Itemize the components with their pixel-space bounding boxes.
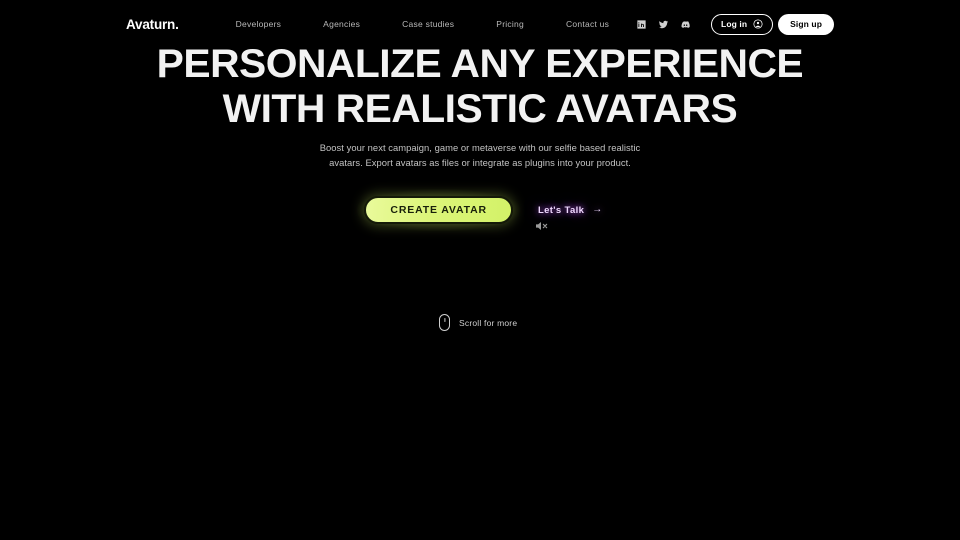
linkedin-icon[interactable]	[636, 19, 647, 30]
nav-link-developers[interactable]: Developers	[236, 19, 282, 29]
lets-talk-link[interactable]: Let's Talk →	[538, 205, 603, 216]
nav-link-case-studies[interactable]: Case studies	[402, 19, 454, 29]
login-button[interactable]: Log in	[711, 13, 774, 35]
mouse-scroll-icon	[439, 314, 450, 331]
hero-section: PERSONALIZE ANY EXPERIENCE WITH REALISTI…	[0, 42, 960, 232]
speaker-muted-icon[interactable]	[534, 219, 550, 233]
navbar: Avaturn. Developers Agencies Case studie…	[0, 0, 960, 48]
page-title: PERSONALIZE ANY EXPERIENCE WITH REALISTI…	[156, 42, 804, 131]
nav-link-pricing[interactable]: Pricing	[496, 19, 524, 29]
signup-button[interactable]: Sign up	[778, 13, 834, 35]
discord-icon[interactable]	[680, 19, 691, 30]
create-avatar-button[interactable]: CREATE AVATAR	[364, 196, 513, 225]
nav-links: Developers Agencies Case studies Pricing…	[236, 19, 609, 29]
headline-line-1: PERSONALIZE ANY EXPERIENCE	[156, 42, 804, 86]
login-button-label: Log in	[721, 19, 748, 29]
lets-talk-label: Let's Talk	[538, 204, 585, 216]
user-circle-icon	[753, 19, 763, 29]
social-links	[636, 19, 691, 30]
scroll-hint[interactable]: Scroll for more	[439, 314, 517, 331]
cta-row: CREATE AVATAR Let's Talk →	[357, 189, 603, 232]
headline-line-2: WITH REALISTIC AVATARS	[222, 87, 738, 131]
nav-link-agencies[interactable]: Agencies	[323, 19, 360, 29]
hero-subheadline: Boost your next campaign, game or metave…	[319, 142, 641, 168]
landing-page: Avaturn. Developers Agencies Case studie…	[0, 0, 960, 540]
arrow-right-icon: →	[592, 204, 603, 216]
create-avatar-glow: CREATE AVATAR	[357, 189, 520, 232]
twitter-icon[interactable]	[658, 19, 669, 30]
scroll-hint-label: Scroll for more	[459, 317, 518, 328]
nav-link-contact-us[interactable]: Contact us	[566, 19, 609, 29]
navbar-right: Log in Sign up	[636, 13, 834, 35]
logo[interactable]: Avaturn.	[126, 17, 179, 32]
